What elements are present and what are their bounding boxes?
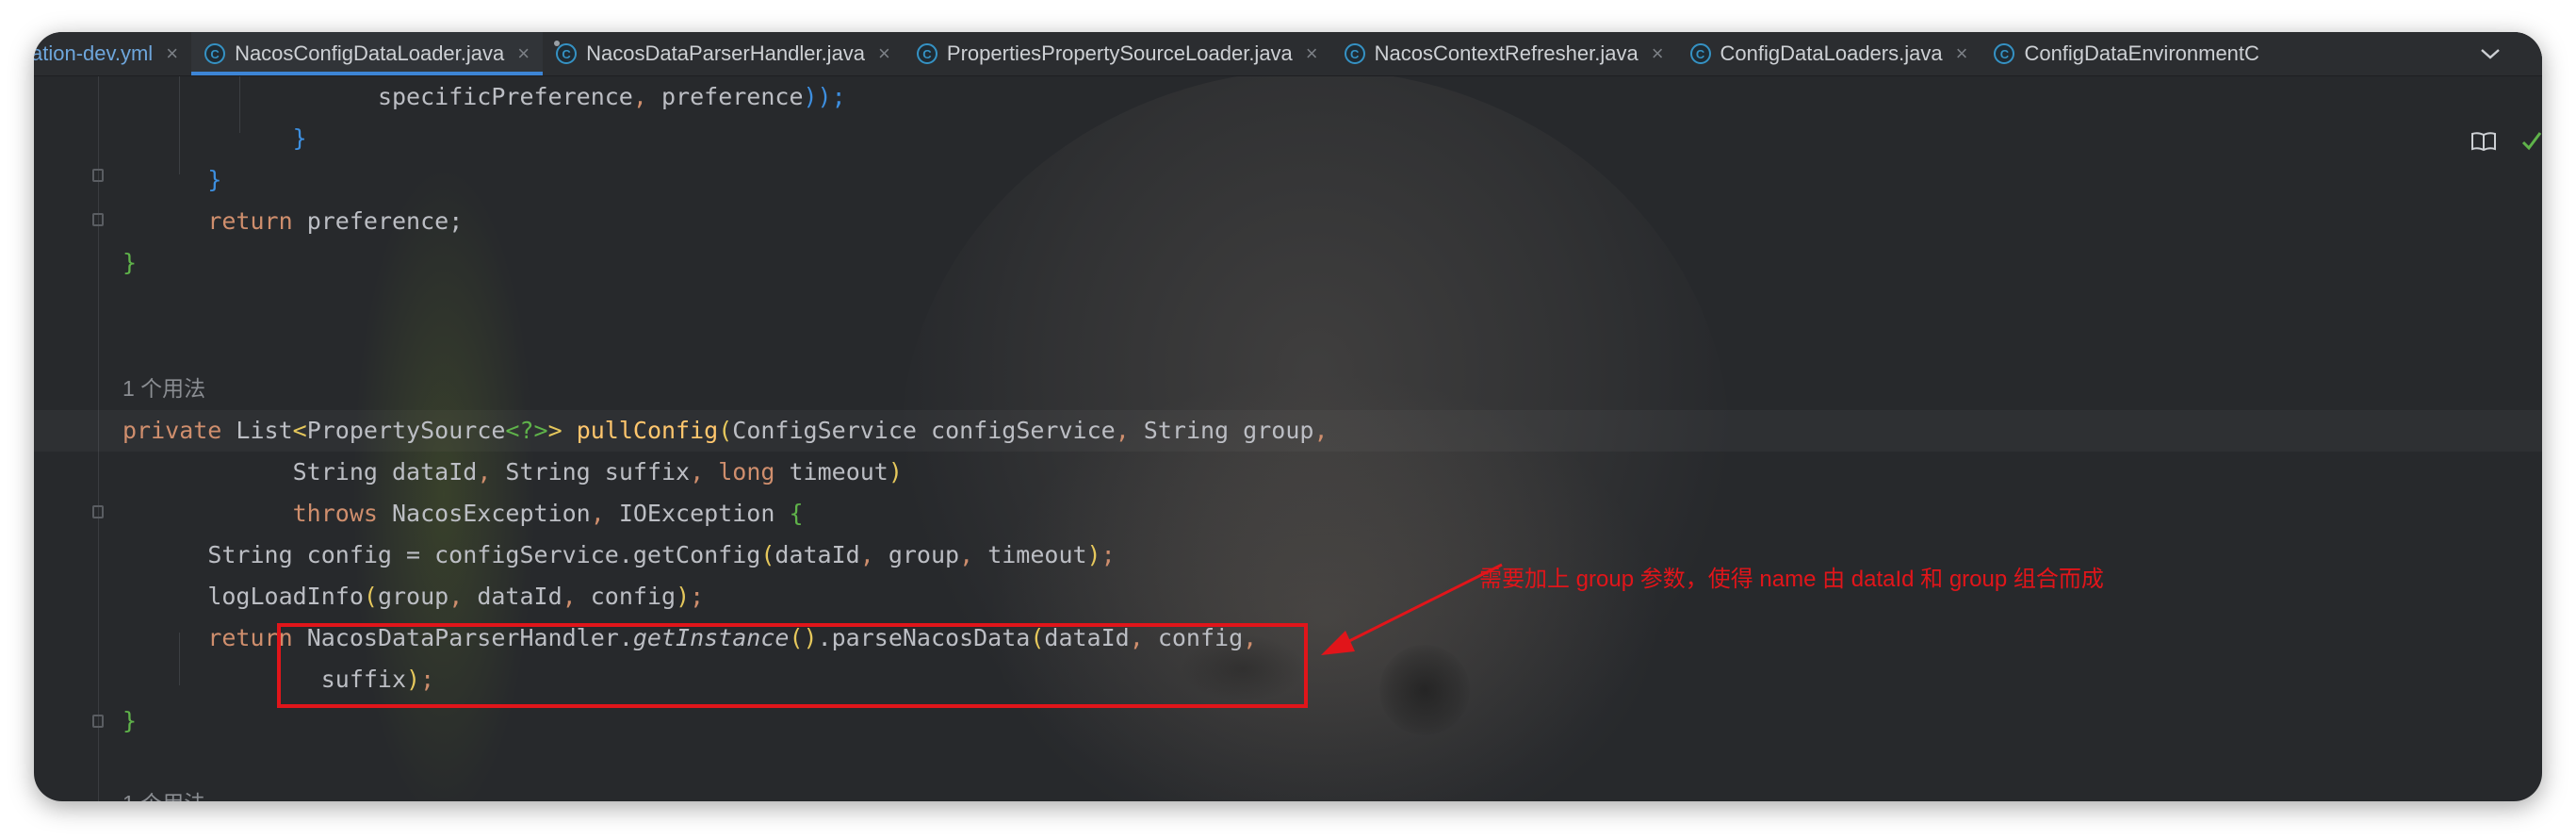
tab-nacos-context-refresher[interactable]: C NacosContextRefresher.java ×: [1331, 32, 1677, 75]
code-line: throws NacosException, IOException {: [292, 500, 804, 527]
tab-label: cation-dev.yml: [34, 41, 154, 65]
code-line: return preference;: [207, 207, 464, 235]
fold-marker-icon[interactable]: [92, 169, 104, 182]
code-line: }: [207, 166, 222, 193]
tab-label: NacosConfigDataLoader.java: [235, 41, 505, 65]
editor-tab-bar: cation-dev.yml × C NacosConfigDataLoader…: [34, 32, 2542, 76]
java-class-icon: C: [554, 41, 578, 64]
fold-marker-icon[interactable]: [92, 715, 104, 728]
tab-label: PropertiesPropertySourceLoader.java: [946, 41, 1293, 65]
fold-marker-icon[interactable]: [92, 505, 104, 518]
java-class-icon: C: [1994, 43, 2015, 64]
java-class-icon: C: [916, 43, 937, 64]
highlight-box: [277, 623, 1308, 708]
fold-marker-icon[interactable]: [92, 213, 104, 226]
tab-label: ConfigDataLoaders.java: [1720, 41, 1943, 65]
code-line: String dataId, String suffix, long timeo…: [292, 458, 903, 485]
annotation-note: 需要加上 group 参数，使得 name 由 dataId 和 group 组…: [1479, 567, 2104, 592]
usage-hint[interactable]: 1 个用法: [122, 784, 205, 801]
close-icon[interactable]: ×: [1306, 41, 1318, 66]
close-icon[interactable]: ×: [878, 41, 890, 66]
chevron-down-icon: [2481, 49, 2500, 59]
code-editor[interactable]: specificPreference, preference)); } } re…: [34, 76, 2542, 801]
close-icon[interactable]: ×: [166, 41, 178, 66]
close-icon[interactable]: ×: [1652, 41, 1664, 66]
ide-window: cation-dev.yml × C NacosConfigDataLoader…: [34, 32, 2542, 801]
code-line: }: [122, 249, 138, 276]
code-line: String config = configService.getConfig(…: [207, 541, 1116, 568]
code-line: }: [292, 124, 307, 152]
code-line: }: [122, 707, 138, 734]
close-icon[interactable]: ×: [517, 41, 530, 66]
reader-mode-icon[interactable]: [2470, 131, 2497, 152]
java-class-icon: C: [1689, 43, 1711, 64]
tab-label: ConfigDataEnvironmentC: [2024, 41, 2259, 65]
code-line: logLoadInfo(group, dataId, config);: [207, 583, 705, 610]
usage-hint[interactable]: 1 个用法: [122, 370, 205, 407]
tabs-dropdown-button[interactable]: [2438, 32, 2542, 75]
tab-nacos-data-parser-handler[interactable]: C NacosDataParserHandler.java ×: [543, 32, 904, 75]
tab-config-data-environment[interactable]: C ConfigDataEnvironmentC: [1981, 32, 2272, 75]
code-line: specificPreference, preference));: [377, 83, 846, 110]
tab-nacos-config-data-loader[interactable]: C NacosConfigDataLoader.java ×: [191, 32, 544, 75]
java-class-icon: C: [204, 43, 226, 64]
tab-label: NacosContextRefresher.java: [1374, 41, 1639, 65]
tab-properties-property-source-loader[interactable]: C PropertiesPropertySourceLoader.java ×: [904, 32, 1331, 75]
close-icon[interactable]: ×: [1956, 41, 1968, 66]
code-line-caret: private List<PropertySource<?>> pullConf…: [34, 410, 2542, 452]
tab-config-data-loaders[interactable]: C ConfigDataLoaders.java ×: [1677, 32, 1981, 75]
inspection-ok-icon[interactable]: [2519, 122, 2542, 159]
java-class-icon: C: [1344, 43, 1365, 64]
tab-application-dev-yml[interactable]: cation-dev.yml ×: [34, 32, 191, 75]
tab-label: NacosDataParserHandler.java: [586, 41, 866, 65]
